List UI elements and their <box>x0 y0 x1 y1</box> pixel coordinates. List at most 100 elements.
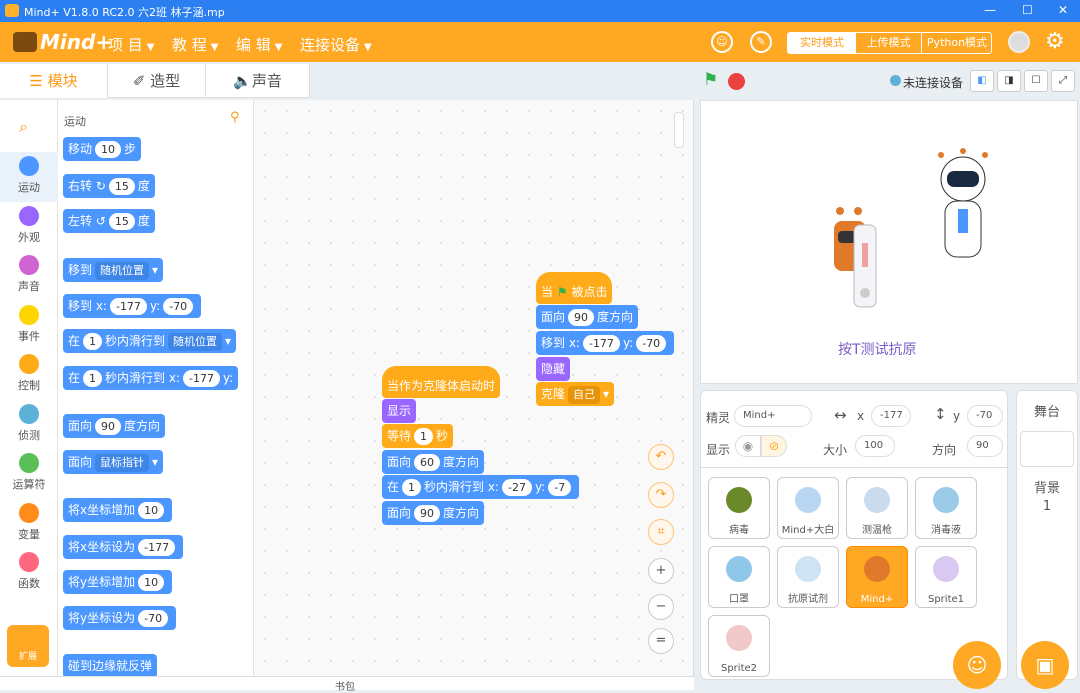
sprite-thumbnail[interactable]: Sprite2 <box>708 615 770 677</box>
menu-edit[interactable]: 编 辑 ▼ <box>236 34 282 55</box>
sprite-thumbnail[interactable]: 测温枪 <box>846 477 908 539</box>
hide-block[interactable]: 隐藏 <box>536 357 571 381</box>
clone-block[interactable]: 克隆 自己 ▾ <box>536 382 615 406</box>
block-point-towards[interactable]: 面向 鼠标指针 ▾ <box>63 450 164 474</box>
sprite-thumbnail[interactable]: Mind+ <box>846 546 908 608</box>
category-label: 侦测 <box>18 428 40 442</box>
large-stage-icon[interactable]: ☐ <box>1024 70 1048 92</box>
mode-upload[interactable]: 上传模式 <box>856 33 922 53</box>
block-goto[interactable]: 移到 随机位置 ▾ <box>63 258 164 282</box>
menu-connect-device[interactable]: 连接设备 ▼ <box>300 34 372 55</box>
sprite-thumbnail[interactable]: Sprite1 <box>915 546 977 608</box>
block-goto-xy[interactable]: 移到 x: -177 y: -70 <box>63 294 202 318</box>
glide-xy-block[interactable]: 在 1 秒内滑行到 x: -27 y: -7 <box>382 475 580 499</box>
minimize-button[interactable]: — <box>984 3 996 17</box>
category-1[interactable]: 外观 <box>0 202 58 252</box>
point-direction-block[interactable]: 面向 60 度方向 <box>382 450 485 474</box>
block-set-x[interactable]: 将x坐标设为 -177 <box>63 535 184 559</box>
mode-realtime[interactable]: 实时模式 <box>788 33 856 53</box>
chevron-down-icon: ▼ <box>146 42 155 53</box>
block-glide[interactable]: 在 1 秒内滑行到 随机位置 ▾ <box>63 329 237 353</box>
category-7[interactable]: 变量 <box>0 499 58 549</box>
when-start-as-clone-block[interactable]: 当作为克隆体启动时 <box>382 366 501 398</box>
block-point-direction[interactable]: 面向 90 度方向 <box>63 414 166 438</box>
category-8[interactable]: 函数 <box>0 548 58 598</box>
add-backdrop-button[interactable]: ▣ <box>1021 641 1069 689</box>
block-bounce[interactable]: 碰到边缘就反弹 <box>63 654 158 676</box>
green-flag-icon[interactable]: ⚑ <box>703 70 718 90</box>
tab-sounds[interactable]: 🔈声音 <box>206 64 310 98</box>
stage-thumbnail[interactable] <box>1020 431 1074 467</box>
point-direction-block[interactable]: 面向 90 度方向 <box>382 501 485 525</box>
course-icon[interactable]: ☺ <box>711 31 733 53</box>
category-5[interactable]: 侦测 <box>0 400 58 450</box>
when-flag-clicked-block[interactable]: 当 ⚑ 被点击 <box>536 272 613 304</box>
category-2[interactable]: 声音 <box>0 251 58 301</box>
goto-xy-block[interactable]: 移到 x: -177 y: -70 <box>536 331 675 355</box>
fullscreen-icon[interactable]: ⤢ <box>1051 70 1075 92</box>
direction-input[interactable]: 90 <box>967 435 1003 457</box>
category-4[interactable]: 控制 <box>0 350 58 400</box>
block-set-y[interactable]: 将y坐标设为 -70 <box>63 606 177 630</box>
category-3[interactable]: 事件 <box>0 301 58 351</box>
wait-block[interactable]: 等待 1 秒 <box>382 424 454 448</box>
size-input[interactable]: 100 <box>855 435 895 457</box>
block-glide-xy[interactable]: 在 1 秒内滑行到 x: -177 y: <box>63 366 239 390</box>
zoom-in-icon[interactable]: + <box>648 558 674 584</box>
pin-icon[interactable]: ⚲ <box>230 110 240 125</box>
speaker-icon: 🔈 <box>233 72 252 90</box>
tab-costumes[interactable]: ✐ 造型 <box>108 64 206 98</box>
sprite-thumbnail[interactable]: 口罩 <box>708 546 770 608</box>
category-0[interactable]: 运动 <box>0 152 58 202</box>
sprite-thumbnail[interactable]: 病毒 <box>708 477 770 539</box>
stage-toolbar: ⚑ 未连接设备 ◧ ◨ ☐ ⤢ <box>700 64 1080 98</box>
stop-icon[interactable] <box>728 73 745 90</box>
y-input[interactable]: -70 <box>967 405 1003 427</box>
block-change-y[interactable]: 将y坐标增加 10 <box>63 570 173 594</box>
normal-stage-icon[interactable]: ◨ <box>997 70 1021 92</box>
crop-icon[interactable]: ⌗ <box>648 519 674 545</box>
menu-project[interactable]: 项 目 ▼ <box>108 34 154 55</box>
zoom-out-icon[interactable]: − <box>648 594 674 620</box>
menu-tutorial[interactable]: 教 程 ▼ <box>172 34 218 55</box>
edit-icon[interactable]: ✎ <box>750 31 772 53</box>
sprite-thumbnail[interactable]: 抗原试剂 <box>777 546 839 608</box>
small-stage-icon[interactable]: ◧ <box>970 70 994 92</box>
title-bar: Mind+ V1.8.0 RC2.0 六2班 林子涵.mp — ☐ ✕ <box>0 0 1080 22</box>
category-6[interactable]: 运算符 <box>0 449 58 499</box>
redo-icon[interactable]: ↷ <box>648 482 674 508</box>
block-move-steps[interactable]: 移动 10 步 <box>63 137 142 161</box>
block-turn-right[interactable]: 右转 ↻ 15 度 <box>63 174 155 198</box>
gear-icon[interactable]: ⚙ <box>1045 29 1065 54</box>
window-title: Mind+ V1.8.0 RC2.0 六2班 林子涵.mp <box>24 6 225 19</box>
eye-off-icon[interactable]: ⊘ <box>761 435 787 457</box>
show-block[interactable]: 显示 <box>382 399 417 423</box>
zoom-reset-icon[interactable]: = <box>648 628 674 654</box>
block-turn-left[interactable]: 左转 ↺ 15 度 <box>63 209 155 233</box>
backpack-bar[interactable]: 书包 <box>0 676 694 693</box>
palette-heading: 运动 <box>64 115 86 128</box>
category-dot-icon <box>19 205 39 226</box>
sprite-thumbnail[interactable]: Mind+大白 <box>777 477 839 539</box>
eye-icon[interactable]: ◉ <box>735 435 761 457</box>
workspace-scrollbar[interactable] <box>674 112 684 148</box>
tab-blocks[interactable]: ☰ 模块 <box>0 64 108 98</box>
mode-python[interactable]: Python模式 <box>922 33 992 53</box>
point-direction-block[interactable]: 面向 90 度方向 <box>536 305 639 329</box>
sprite-name-input[interactable]: Mind+ <box>734 405 812 427</box>
add-sprite-button[interactable]: ☺ <box>953 641 1001 689</box>
undo-icon[interactable]: ↶ <box>648 444 674 470</box>
block-change-x[interactable]: 将x坐标增加 10 <box>63 498 173 522</box>
sprite-name: 消毒液 <box>931 525 961 536</box>
close-button[interactable]: ✕ <box>1058 3 1068 17</box>
script-workspace[interactable]: 当 ⚑ 被点击 面向 90 度方向 移到 x: -177 y: -70 隐藏 克隆 自己 ▾ … <box>254 100 694 676</box>
maximize-button[interactable]: ☐ <box>1022 3 1033 17</box>
stage-panel: 舞台 背景 1 ▣ <box>1016 390 1078 689</box>
sprite-image-icon <box>933 487 959 513</box>
x-input[interactable]: -177 <box>871 405 911 427</box>
sprite-thumbnail[interactable]: 消毒液 <box>915 477 977 539</box>
search-icon[interactable]: ⌕ <box>19 117 28 137</box>
avatar[interactable] <box>1008 31 1030 53</box>
extension-button[interactable]: 扩展 <box>7 625 49 667</box>
stage-canvas[interactable]: 按T测试抗原 <box>700 100 1078 384</box>
